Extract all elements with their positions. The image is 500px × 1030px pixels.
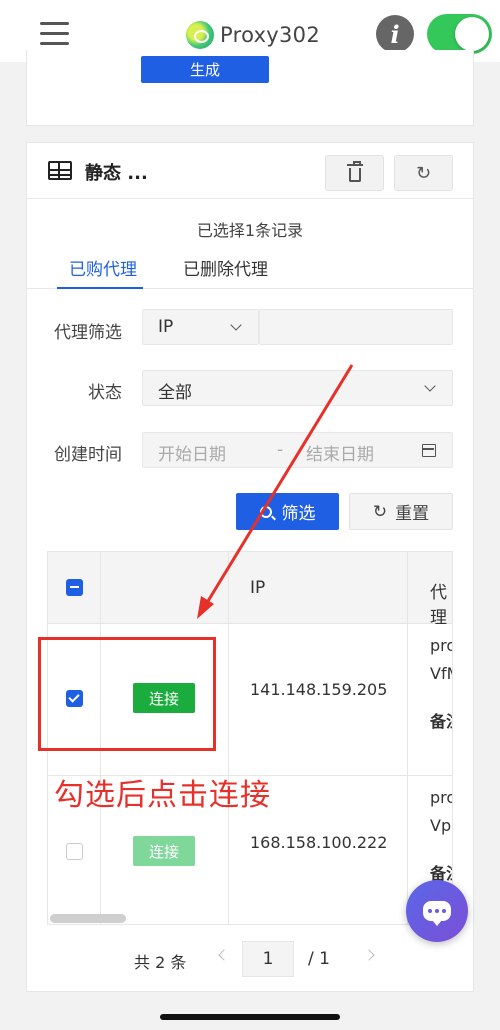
tab-purchased[interactable]: 已购代理 bbox=[69, 255, 137, 280]
proxy-filter-type-select[interactable]: IP bbox=[142, 309, 259, 345]
refresh-icon: ↻ bbox=[372, 501, 388, 522]
row-proxy-line1: pro bbox=[430, 788, 452, 807]
selected-count: 已选择1条记录 bbox=[196, 221, 304, 240]
reset-button[interactable]: ↻ 重置 bbox=[349, 493, 453, 530]
page-count: / 1 bbox=[308, 949, 330, 969]
date-range-picker[interactable]: 开始日期 - 结束日期 bbox=[142, 432, 453, 468]
row-proxy-note: 备注 bbox=[430, 712, 452, 731]
annotation-text: 勾选后点击连接 bbox=[54, 778, 271, 813]
created-time-label: 创建时间 bbox=[54, 445, 122, 465]
row-ip: 141.148.159.205 bbox=[250, 680, 388, 699]
select-all-checkbox[interactable] bbox=[66, 579, 83, 596]
home-indicator bbox=[160, 1014, 340, 1020]
date-separator: - bbox=[277, 440, 284, 460]
proxy-filter-label: 代理筛选 bbox=[54, 323, 122, 343]
column-divider bbox=[228, 552, 229, 924]
chevron-down-icon bbox=[424, 380, 436, 392]
row-checkbox[interactable] bbox=[66, 843, 83, 860]
calendar-icon[interactable] bbox=[422, 444, 436, 457]
app-title: Proxy302 bbox=[220, 23, 321, 47]
logo[interactable]: Proxy302 bbox=[186, 20, 320, 50]
card-title: 静态 ... bbox=[85, 163, 148, 184]
proxy-tabs: 已购代理 已删除代理 bbox=[27, 243, 473, 289]
chat-button[interactable] bbox=[406, 880, 468, 942]
start-date-input[interactable]: 开始日期 bbox=[158, 440, 226, 465]
next-page-icon[interactable] bbox=[363, 949, 375, 961]
annotation-highlight-box bbox=[38, 637, 216, 751]
tab-deleted[interactable]: 已删除代理 bbox=[183, 255, 268, 280]
static-proxy-card: 静态 ... ↻ 已选择1条记录 已购代理 已删除代理 代理筛选 IP 状态 全… bbox=[26, 142, 474, 992]
column-ip: IP bbox=[250, 578, 266, 598]
horizontal-scrollbar[interactable] bbox=[50, 914, 126, 923]
chat-icon bbox=[423, 901, 451, 926]
refresh-button[interactable]: ↻ bbox=[394, 155, 453, 191]
status-label: 状态 bbox=[88, 383, 122, 403]
reset-button-label: 重置 bbox=[395, 504, 430, 524]
column-proxy: 代理 bbox=[430, 583, 447, 628]
generate-card: 生成 bbox=[26, 50, 474, 126]
table-header: IP 代理 bbox=[48, 552, 452, 628]
tab-underline bbox=[57, 287, 143, 289]
logo-icon bbox=[186, 21, 214, 49]
status-value: 全部 bbox=[158, 383, 192, 403]
end-date-input[interactable]: 结束日期 bbox=[306, 440, 374, 465]
card-header: 静态 ... ↻ bbox=[27, 143, 473, 199]
prev-page-icon[interactable] bbox=[218, 949, 230, 961]
row-proxy-line2: VfM bbox=[430, 664, 452, 683]
page-total: 共 2 条 bbox=[134, 953, 187, 972]
toggle-knob bbox=[455, 17, 489, 51]
filter-button[interactable]: 筛选 bbox=[236, 493, 339, 530]
info-icon[interactable]: i bbox=[376, 15, 414, 53]
table-icon bbox=[48, 161, 72, 180]
search-icon bbox=[259, 505, 272, 518]
pagination: 共 2 条 1 / 1 bbox=[27, 939, 473, 979]
row-proxy-line2: Vpa bbox=[430, 816, 452, 835]
menu-icon[interactable] bbox=[40, 22, 69, 46]
trash-icon bbox=[346, 160, 363, 182]
chevron-down-icon bbox=[230, 319, 242, 331]
filter-button-label: 筛选 bbox=[281, 504, 316, 524]
delete-button[interactable] bbox=[325, 155, 384, 191]
row-proxy-line1: pro bbox=[430, 636, 452, 655]
column-divider bbox=[407, 552, 408, 924]
proxy-filter-type-value: IP bbox=[158, 317, 174, 337]
refresh-icon: ↻ bbox=[415, 162, 432, 184]
page-number-input[interactable]: 1 bbox=[242, 941, 294, 977]
connect-button[interactable]: 连接 bbox=[133, 836, 195, 866]
row-ip: 168.158.100.222 bbox=[250, 833, 388, 852]
proxy-filter-input[interactable] bbox=[259, 309, 453, 345]
generate-button[interactable]: 生成 bbox=[141, 56, 269, 83]
theme-toggle[interactable] bbox=[427, 14, 492, 54]
status-select[interactable]: 全部 bbox=[142, 370, 453, 406]
